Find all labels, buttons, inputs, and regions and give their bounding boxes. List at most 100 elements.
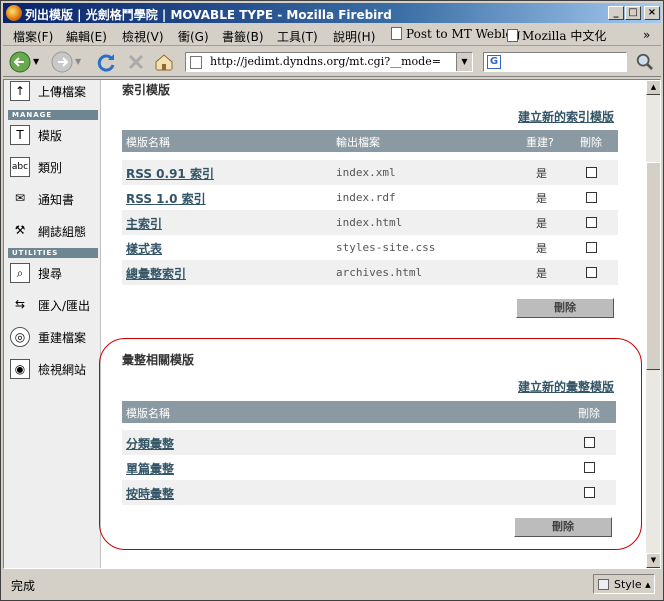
template-name-link[interactable]: 按時彙整 [126,485,174,502]
sidebar-item-config[interactable]: ⚒ 網誌組態 [6,216,99,246]
sidebar-header-manage: MANAGE [8,110,98,120]
firebird-icon [6,5,22,21]
column-header: 刪除 [578,407,600,420]
title-bar: 列出模版 | 光劍格鬥學院 | MOVABLE TYPE - Mozilla F… [3,3,661,23]
sidebar-item-label: 模版 [38,129,63,143]
output-file: index.html [336,216,403,229]
menu-view[interactable]: 檢視(V) [122,28,164,45]
menu-edit[interactable]: 編輯(E) [66,28,107,45]
rebuild-icon: ◎ [10,327,30,347]
column-header: 模版名稱 [126,136,170,149]
delete-checkbox[interactable] [584,487,595,498]
sidebar-item-search[interactable]: ⌕ 搜尋 [6,258,99,288]
delete-archive-button[interactable]: 刪除 [514,517,612,537]
archive-table-header: 模版名稱 刪除 [122,401,616,423]
sidebar-header-utilities: UTILITIES [8,248,98,258]
template-name-link[interactable]: 主索引 [126,215,162,232]
index-table-header: 模版名稱 輸出檔案 重建? 刪除 [122,130,618,152]
page-icon [507,29,518,42]
url-dropdown-icon[interactable]: ▼ [456,53,472,71]
sidebar-item-import[interactable]: ⇆ 匯入/匯出 [6,290,99,320]
delete-checkbox[interactable] [584,437,595,448]
url-field[interactable]: http://jedimt.dyndns.org/mt.cgi?__mode=l… [185,52,473,72]
sidebar-item-rebuild[interactable]: ◎ 重建檔案 [6,322,99,352]
output-file: styles-site.css [336,241,436,254]
vertical-scrollbar[interactable]: ▲ ▼ [646,80,660,568]
bookmark-mozilla-zh[interactable]: Mozilla 中文化 [507,27,606,44]
delete-checkbox[interactable] [586,167,597,178]
style-icon [598,579,609,590]
menu-bookmarks[interactable]: 書籤(B) [222,28,264,45]
template-name-link[interactable]: RSS 0.91 索引 [126,165,214,182]
delete-checkbox[interactable] [586,192,597,203]
delete-checkbox[interactable] [584,462,595,473]
sidebar-item-label: 上傳檔案 [38,85,87,99]
table-row: RSS 0.91 索引 index.xml 是 [122,160,618,185]
page-icon [391,27,402,40]
upload-icon: ↑ [10,81,30,101]
search-input[interactable]: G [483,52,627,72]
reload-icon[interactable] [95,51,117,73]
google-icon: G [487,55,501,69]
template-name-link[interactable]: 樣式表 [126,240,162,257]
template-name-link[interactable]: 分類彙整 [126,435,174,452]
menu-file[interactable]: 檔案(F) [13,28,53,45]
envelope-icon: ✉ [14,191,26,205]
rebuild-flag: 是 [536,217,547,230]
delete-checkbox[interactable] [586,217,597,228]
maximize-button[interactable]: □ [625,6,641,20]
create-index-template-link[interactable]: 建立新的索引模版 [518,108,614,125]
bookmark-post-to-mt[interactable]: Post to MT Weblog [391,27,520,41]
template-name-link[interactable]: 單篇彙整 [126,460,174,477]
url-text: http://jedimt.dyndns.org/mt.cgi?__mode=l… [210,55,440,68]
delete-checkbox[interactable] [586,267,597,278]
sidebar-item-view-site[interactable]: ◉ 檢視網站 [6,354,99,384]
delete-index-button[interactable]: 刪除 [516,298,614,318]
back-icon[interactable] [9,51,31,73]
home-icon[interactable] [153,51,175,73]
scroll-thumb[interactable] [646,162,660,370]
forward-dropdown-icon[interactable]: ▼ [75,57,81,66]
output-file: index.xml [336,166,396,179]
search-go-icon[interactable] [635,52,655,72]
delete-checkbox[interactable] [586,242,597,253]
menu-help[interactable]: 說明(H) [333,28,375,45]
scroll-up-icon[interactable]: ▲ [646,80,660,95]
stop-icon[interactable] [125,51,147,73]
index-templates-title: 索引模版 [122,83,171,97]
template-name-link[interactable]: RSS 1.0 索引 [126,190,206,207]
menu-tools[interactable]: 工具(T) [277,28,318,45]
sidebar-item-templates[interactable]: T 模版 [6,120,99,150]
menu-bar: 檔案(F) 編輯(E) 檢視(V) 衝(G) 書籤(B) 工具(T) 說明(H)… [3,24,661,46]
rebuild-flag: 是 [536,192,547,205]
table-row: 單篇彙整 [122,455,616,480]
back-dropdown-icon[interactable]: ▼ [33,57,39,66]
template-icon: T [10,125,30,145]
browser-window: 列出模版 | 光劍格鬥學院 | MOVABLE TYPE - Mozilla F… [0,0,664,601]
forward-icon[interactable] [51,51,73,73]
eye-icon: ◉ [10,359,30,379]
template-name-link[interactable]: 總彙整索引 [126,265,186,282]
sidebar-item-label: 通知書 [38,193,75,207]
sidebar-item-label: 重建檔案 [38,331,87,345]
window-title: 列出模版 | 光劍格鬥學院 | MOVABLE TYPE - Mozilla F… [25,8,392,22]
minimize-button[interactable]: _ [608,6,624,20]
create-archive-template-link[interactable]: 建立新的彙整模版 [518,378,614,395]
categories-icon: abc [10,157,30,177]
status-text: 完成 [11,579,36,593]
toolbar-overflow-icon[interactable]: » [643,28,650,42]
scroll-down-icon[interactable]: ▼ [646,553,660,568]
sidebar: ↑ 上傳檔案 MANAGE T 模版 abc 類別 ✉ 通知書 ⚒ 網誌組態 U… [4,80,101,568]
menu-go[interactable]: 衝(G) [178,28,209,45]
magnifier-icon: ⌕ [10,263,30,283]
sidebar-item-label: 網誌組態 [38,225,87,239]
sidebar-item-notifications[interactable]: ✉ 通知書 [6,184,99,214]
output-file: archives.html [336,266,423,279]
sidebar-item-categories[interactable]: abc 類別 [6,152,99,182]
output-file: index.rdf [336,191,396,204]
style-switcher[interactable]: Style ▴ [593,574,655,594]
column-header: 模版名稱 [126,407,170,420]
sidebar-item-label: 匯入/匯出 [38,299,91,313]
close-button[interactable]: × [644,6,660,20]
sidebar-item-upload[interactable]: ↑ 上傳檔案 [6,80,99,106]
